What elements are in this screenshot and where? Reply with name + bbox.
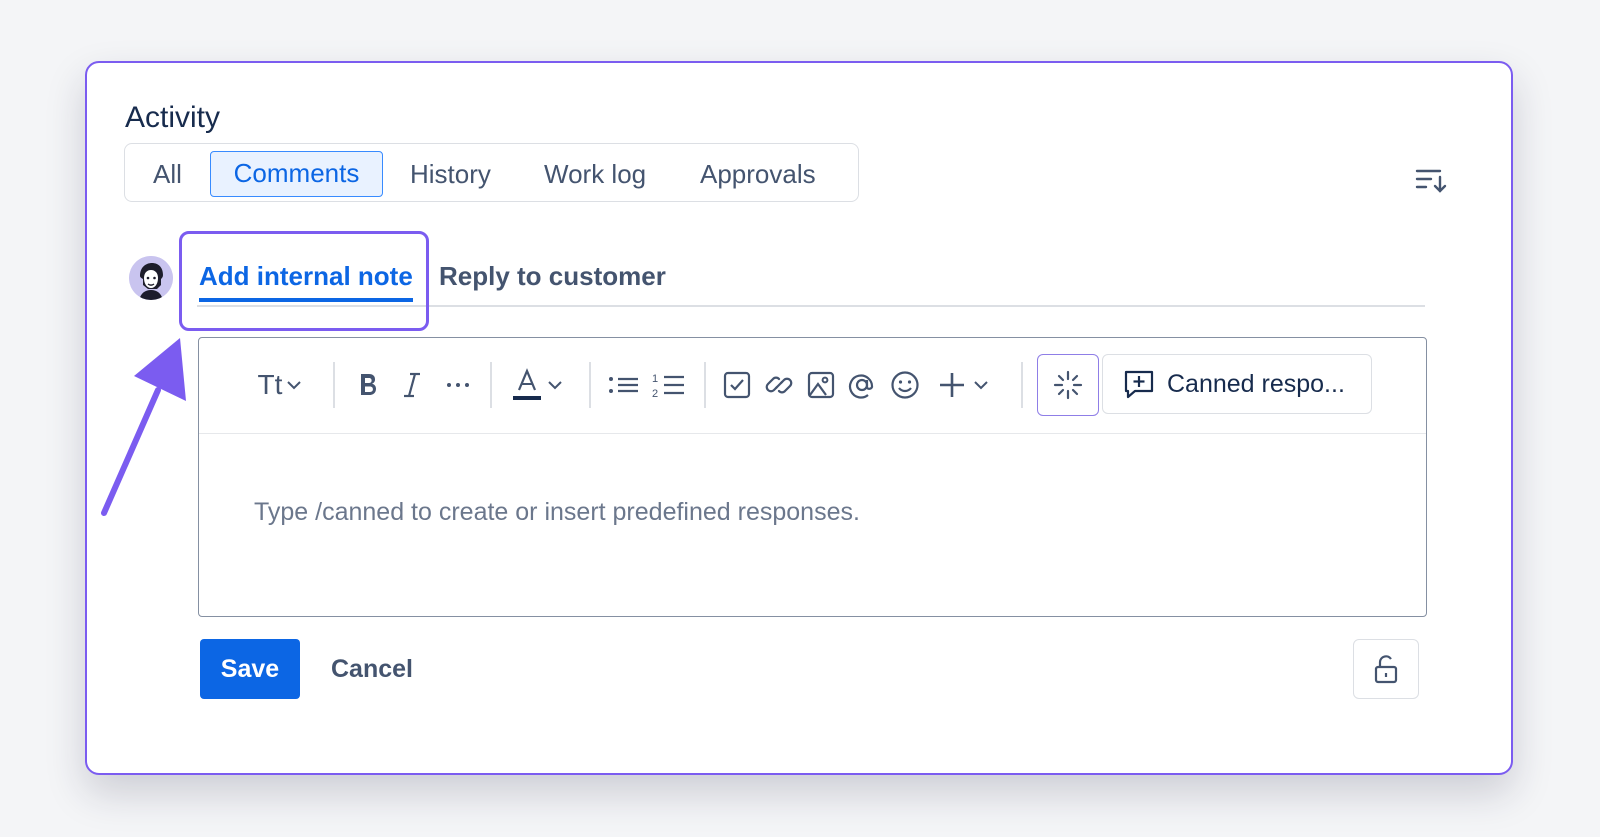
restriction-button[interactable] bbox=[1353, 639, 1419, 699]
comment-editor: Tt 1 2 Canned respo... Type /canned to c… bbox=[198, 337, 1427, 617]
emoji-button[interactable] bbox=[887, 362, 923, 408]
mention-button[interactable] bbox=[844, 362, 880, 408]
svg-text:1: 1 bbox=[652, 373, 658, 385]
link-button[interactable] bbox=[761, 362, 797, 408]
save-button[interactable]: Save bbox=[200, 639, 300, 699]
italic-button[interactable] bbox=[395, 362, 429, 408]
toolbar-separator bbox=[333, 362, 335, 408]
bold-icon bbox=[361, 374, 376, 395]
toolbar-separator bbox=[589, 362, 591, 408]
annotation-highlight-box bbox=[179, 231, 429, 331]
svg-text:2: 2 bbox=[652, 388, 658, 399]
text-color-button[interactable] bbox=[505, 362, 569, 408]
toolbar-separator bbox=[1021, 362, 1023, 408]
italic-icon bbox=[404, 372, 420, 398]
action-item-button[interactable] bbox=[719, 362, 755, 408]
tab-approvals[interactable]: Approvals bbox=[700, 151, 816, 197]
activity-panel: Activity All Comments History Work log A… bbox=[85, 61, 1513, 775]
insert-button[interactable] bbox=[931, 362, 995, 408]
insert-plus-icon bbox=[940, 373, 964, 397]
tab-work-log[interactable]: Work log bbox=[544, 151, 646, 197]
tab-reply-to-customer[interactable]: Reply to customer bbox=[439, 261, 666, 292]
unlock-icon bbox=[1374, 655, 1398, 684]
bullet-list-icon bbox=[609, 377, 638, 393]
more-formatting-icon bbox=[447, 383, 469, 387]
checkbox-icon bbox=[723, 371, 751, 399]
bold-button[interactable] bbox=[349, 362, 387, 408]
avatar[interactable] bbox=[129, 256, 173, 300]
text-style-button[interactable]: Tt bbox=[249, 362, 311, 408]
link-icon bbox=[765, 376, 793, 394]
tab-all[interactable]: All bbox=[153, 151, 182, 197]
ai-assist-button[interactable] bbox=[1037, 354, 1099, 416]
activity-title: Activity bbox=[125, 101, 221, 134]
image-icon bbox=[807, 371, 835, 399]
cancel-button[interactable]: Cancel bbox=[331, 639, 413, 699]
editor-toolbar: Tt 1 2 Canned respo... bbox=[199, 338, 1426, 434]
tab-history[interactable]: History bbox=[410, 151, 491, 197]
text-style-icon: Tt bbox=[257, 369, 283, 400]
canned-responses-label: Canned respo... bbox=[1167, 369, 1345, 398]
user-avatar-icon bbox=[129, 256, 173, 300]
bullet-list-button[interactable] bbox=[605, 362, 643, 408]
ai-sparkle-icon bbox=[1053, 370, 1083, 400]
numbered-list-icon: 12 bbox=[652, 373, 684, 399]
tab-comments[interactable]: Comments bbox=[210, 151, 383, 197]
numbered-list-button[interactable]: 12 bbox=[649, 362, 689, 408]
chevron-down-icon bbox=[548, 381, 562, 390]
sort-order-icon[interactable] bbox=[1414, 165, 1448, 195]
canned-response-icon bbox=[1124, 370, 1154, 399]
toolbar-separator bbox=[704, 362, 706, 408]
canned-responses-button[interactable]: Canned respo... bbox=[1102, 354, 1372, 414]
image-button[interactable] bbox=[803, 362, 839, 408]
chevron-down-icon bbox=[287, 381, 302, 390]
editor-placeholder[interactable]: Type /canned to create or insert predefi… bbox=[254, 498, 860, 527]
activity-tab-bar: All Comments History Work log Approvals bbox=[124, 143, 859, 202]
toolbar-separator bbox=[490, 362, 492, 408]
mention-icon bbox=[848, 374, 874, 399]
more-formatting-button[interactable] bbox=[441, 362, 475, 408]
chevron-down-icon bbox=[974, 381, 988, 390]
emoji-icon bbox=[891, 371, 919, 399]
text-color-icon bbox=[513, 368, 541, 400]
